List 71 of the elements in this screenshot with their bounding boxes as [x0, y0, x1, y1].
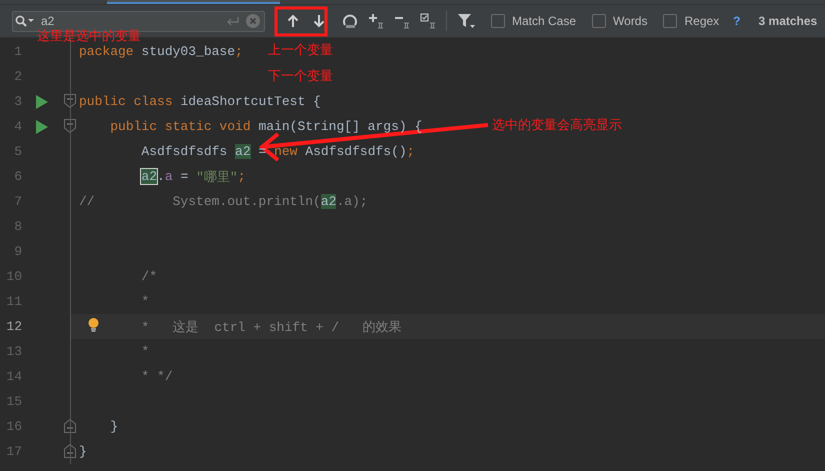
match-count: 3 matches: [758, 14, 818, 28]
annotation-text: 上一个变量: [268, 42, 333, 58]
code-text: ideaShortcutTest {: [180, 94, 321, 109]
code-text: Asdfsdfsdfs: [141, 144, 228, 159]
line-number: 13: [5, 344, 23, 359]
code-keyword: ;: [406, 144, 415, 159]
run-icon[interactable]: [36, 120, 48, 134]
code-keyword: ;: [235, 44, 243, 59]
line-number: 1: [13, 44, 23, 59]
annotation-text: 下一个变量: [268, 68, 333, 84]
code-text: .: [157, 169, 165, 184]
line-number: 6: [13, 169, 23, 184]
checkbox[interactable]: [663, 14, 678, 28]
option-label: Words: [613, 14, 648, 28]
line-number: 3: [13, 94, 23, 109]
run-icon[interactable]: [36, 94, 48, 108]
fold-icon[interactable]: [64, 119, 76, 133]
fold-icon[interactable]: [64, 94, 76, 108]
code-text: }: [110, 419, 118, 434]
code-comment: * */: [141, 369, 173, 384]
code-keyword: new: [274, 144, 298, 159]
annotation-frame: [274, 6, 328, 36]
fold-icon[interactable]: [64, 419, 76, 433]
code-text: study03_base: [141, 44, 236, 59]
fold-icon[interactable]: [64, 444, 76, 458]
line-number: 17: [5, 444, 23, 459]
string-literal: "哪里": [196, 168, 238, 186]
line-number: 10: [5, 269, 23, 284]
line-number: 16: [5, 419, 23, 434]
code-text: =: [180, 169, 190, 184]
code-keyword: public class: [79, 94, 173, 109]
code-comment: * 这是 ctrl + shift + / 的效果: [141, 318, 402, 336]
code-keyword: public static void: [110, 119, 251, 134]
line-number: 14: [5, 369, 23, 384]
code-keyword: ;: [238, 169, 246, 184]
search-icon[interactable]: [15, 15, 35, 27]
enter-icon: [226, 16, 240, 26]
option-label: Regex: [684, 14, 720, 28]
code-text: }: [79, 444, 87, 459]
search-match: a2: [141, 169, 158, 184]
checkbox[interactable]: [491, 14, 505, 28]
code-comment: /*: [141, 269, 158, 284]
select-all-icon[interactable]: [420, 13, 436, 29]
up-arrow-icon[interactable]: [287, 14, 299, 28]
search-match: a2: [235, 144, 251, 159]
line-number: 11: [5, 294, 23, 309]
line-number: 15: [5, 394, 23, 409]
search-match: a2: [320, 194, 336, 209]
line-number: 12: [5, 319, 23, 334]
line-number: 9: [13, 244, 23, 259]
line-number: 7: [13, 194, 23, 209]
checkbox[interactable]: [592, 14, 606, 28]
code-comment: .a);: [336, 194, 368, 209]
help-link[interactable]: ?: [733, 14, 741, 28]
line-number: 8: [13, 219, 23, 234]
code-comment: // System.out.println(: [79, 194, 321, 209]
find-all-icon[interactable]: [342, 13, 358, 29]
lightbulb-icon[interactable]: [88, 318, 99, 332]
annotation-text: 选中的变量会高亮显示: [492, 117, 622, 133]
down-arrow-icon[interactable]: [313, 14, 325, 28]
code-text: Asdfsdfsdfs(): [305, 144, 407, 159]
option-label: Match Case: [512, 14, 576, 28]
line-number: 4: [13, 119, 23, 134]
line-number: 5: [13, 144, 23, 159]
filter-icon[interactable]: [457, 13, 475, 29]
field-name: a: [164, 169, 173, 184]
line-number: 2: [13, 69, 23, 84]
code-comment: *: [141, 294, 150, 309]
add-occurrence-icon[interactable]: [368, 13, 384, 29]
code-keyword: package: [79, 44, 134, 59]
code-comment: *: [141, 344, 150, 359]
